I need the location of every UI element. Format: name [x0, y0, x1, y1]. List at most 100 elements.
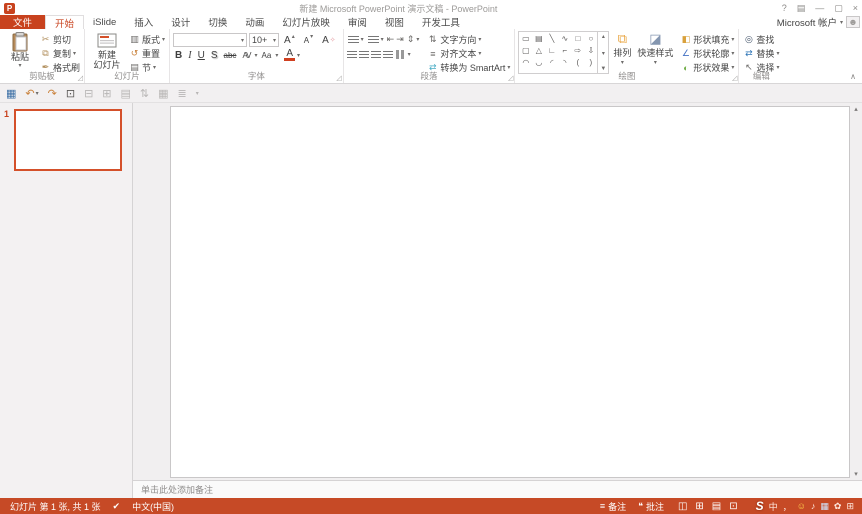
input-mode-chinese-icon[interactable]: 中 [769, 500, 778, 513]
qat-disabled-icon-5[interactable]: ▦ [158, 87, 168, 100]
tab-file[interactable]: 文件 [0, 15, 45, 29]
new-slide-button[interactable]: 新建 幻灯片 [88, 31, 126, 74]
align-center-icon[interactable] [359, 51, 369, 59]
align-right-icon[interactable] [371, 51, 381, 59]
shape-icon[interactable]: ◜ [550, 58, 553, 67]
layout-button[interactable]: ▥ 版式 ▾ [128, 33, 166, 46]
ribbon-options-icon[interactable]: ▤ [797, 3, 806, 14]
line-spacing-button[interactable]: ⇕▾ [406, 33, 421, 46]
shape-icon[interactable]: ◡ [535, 58, 542, 67]
strikethrough-button[interactable]: abc [222, 51, 239, 60]
dialog-launcher-icon[interactable]: ◿ [78, 74, 83, 82]
shape-icon[interactable]: ⌐ [563, 46, 568, 55]
tab-developer[interactable]: 开发工具 [413, 15, 469, 29]
emoji-icon[interactable]: ☺ [797, 501, 806, 511]
tab-transitions[interactable]: 切换 [199, 15, 236, 29]
font-name-select[interactable]: ▾ [173, 33, 247, 47]
bullets-button[interactable]: ▾ [347, 33, 365, 46]
shape-icon[interactable]: ╲ [549, 34, 554, 43]
shape-icon[interactable]: ○ [588, 34, 593, 43]
numbering-button[interactable]: ▾ [367, 33, 385, 46]
replace-button[interactable]: ⇄ 替换 ▾ [742, 47, 780, 60]
voice-input-icon[interactable]: ♪ [811, 501, 816, 511]
restore-icon[interactable]: ▢ [834, 3, 843, 14]
shape-icon[interactable]: ▤ [535, 34, 543, 43]
shape-icon[interactable]: ▢ [522, 46, 530, 55]
comments-toggle[interactable]: ❝ 批注 [632, 500, 670, 513]
cut-button[interactable]: ✂ 剪切 [39, 33, 81, 46]
tab-insert[interactable]: 插入 [125, 15, 162, 29]
underline-button[interactable]: U [196, 50, 207, 61]
shape-icon[interactable]: ∟ [548, 46, 556, 55]
soft-keyboard-icon[interactable]: ▦ [820, 501, 829, 512]
gallery-scroll-up-icon[interactable]: ▴ [602, 33, 605, 40]
font-size-select[interactable]: 10+ ▾ [249, 33, 279, 47]
qat-disabled-icon-1[interactable]: ⊟ [84, 87, 93, 100]
copy-button[interactable]: ⧉ 复制 ▾ [39, 47, 81, 60]
punctuation-icon[interactable]: ， [783, 500, 792, 513]
save-button[interactable]: ▦ [6, 87, 16, 100]
font-color-button[interactable]: A [284, 49, 295, 61]
arrange-button[interactable]: ⧉ 排列 ▾ [611, 31, 633, 74]
shape-icon[interactable]: ◠ [522, 58, 529, 67]
dialog-launcher-icon[interactable]: ◿ [732, 74, 737, 82]
reading-view-icon[interactable]: ▤ [712, 501, 721, 512]
account-menu[interactable]: Microsoft 帐户 ▾ ☻ [777, 15, 862, 29]
close-icon[interactable]: × [853, 3, 858, 13]
reset-button[interactable]: ↺ 重置 [128, 47, 166, 60]
collapse-ribbon-icon[interactable]: ∧ [850, 72, 856, 81]
undo-button[interactable]: ↶▾ [25, 87, 38, 100]
shape-icon[interactable]: ⇨ [575, 46, 582, 55]
scroll-down-icon[interactable]: ▾ [854, 470, 858, 478]
increase-indent-icon[interactable]: ⇥ [396, 34, 404, 45]
redo-button[interactable]: ↷ [48, 87, 57, 100]
slide-thumbnail[interactable] [14, 109, 122, 171]
start-slideshow-button[interactable]: ⊡ [66, 87, 75, 100]
spellcheck-icon[interactable]: ✔ [107, 501, 127, 512]
tab-slideshow[interactable]: 幻灯片放映 [273, 15, 339, 29]
qat-disabled-icon-6[interactable]: ≣ [178, 87, 187, 100]
dialog-launcher-icon[interactable]: ◿ [336, 74, 341, 82]
align-left-icon[interactable] [347, 51, 357, 59]
columns-button[interactable]: ▾ [395, 48, 412, 61]
tab-design[interactable]: 设计 [162, 15, 199, 29]
toolbox-icon[interactable]: ⊞ [846, 501, 854, 512]
slide-canvas[interactable] [170, 106, 850, 478]
shape-fill-button[interactable]: ◧ 形状填充 ▾ [679, 33, 735, 46]
shape-icon[interactable]: ∿ [562, 34, 569, 43]
minimize-icon[interactable]: — [815, 3, 824, 13]
clear-formatting-button[interactable]: A✧ [319, 34, 340, 47]
change-case-button[interactable]: Aa [260, 51, 274, 60]
paste-button[interactable]: 粘贴 ▾ [3, 31, 37, 74]
align-text-button[interactable]: ≡ 对齐文本 ▾ [426, 47, 511, 60]
notes-toggle[interactable]: ≡ 备注 [594, 500, 632, 513]
tab-islide[interactable]: iSlide [84, 15, 125, 29]
vertical-scrollbar[interactable]: ▴ ▾ [851, 103, 861, 480]
sogou-logo-icon[interactable]: S [756, 499, 764, 513]
quick-styles-button[interactable]: ◪ 快速样式 ▾ [635, 31, 675, 74]
decrease-indent-icon[interactable]: ⇤ [387, 34, 395, 45]
skin-icon[interactable]: ✿ [834, 501, 842, 512]
shape-icon[interactable]: □ [575, 34, 580, 43]
tab-review[interactable]: 审阅 [339, 15, 376, 29]
qat-disabled-icon-2[interactable]: ⊞ [102, 87, 111, 100]
notes-pane[interactable]: 单击此处添加备注 [133, 480, 862, 498]
dialog-launcher-icon[interactable]: ◿ [508, 74, 513, 82]
shape-icon[interactable]: △ [536, 46, 542, 55]
scroll-up-icon[interactable]: ▴ [854, 105, 858, 113]
qat-disabled-icon-4[interactable]: ⇅ [140, 87, 149, 100]
shape-icon[interactable]: ◝ [563, 58, 566, 67]
shapes-gallery[interactable]: ▭ ▤ ╲ ∿ □ ○ ▢ △ ∟ ⌐ ⇨ ⇩ ◠ ◡ ◜ [518, 31, 609, 74]
tab-animations[interactable]: 动画 [236, 15, 273, 29]
gallery-scroll-down-icon[interactable]: ▾ [602, 50, 605, 57]
shape-icon[interactable]: ⇩ [588, 46, 595, 55]
character-spacing-button[interactable]: AV [240, 51, 252, 60]
normal-view-icon[interactable]: ◫ [678, 501, 687, 512]
shape-icon[interactable]: ( [577, 58, 580, 67]
shape-icon[interactable]: ▭ [522, 34, 530, 43]
find-button[interactable]: ◎ 查找 [742, 33, 780, 46]
language-indicator[interactable]: 中文(中国) [126, 500, 180, 513]
bold-button[interactable]: B [173, 50, 184, 61]
justify-icon[interactable] [383, 51, 393, 59]
tab-home[interactable]: 开始 [45, 15, 84, 29]
